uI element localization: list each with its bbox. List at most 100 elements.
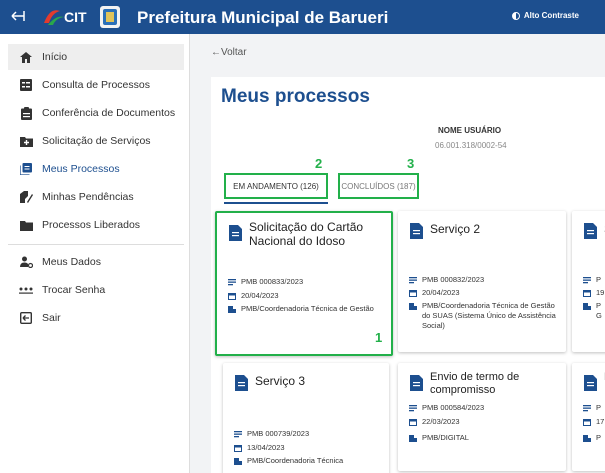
home-icon — [19, 50, 33, 64]
sidebar-item-inicio[interactable]: Início — [8, 44, 184, 70]
document-icon — [584, 375, 597, 391]
card-date-row: 13/04/2023 — [234, 443, 285, 453]
app-title: Prefeitura Municipal de Barueri — [137, 8, 389, 27]
process-card[interactable]: S P 19 P G — [572, 211, 605, 352]
user-document-id: 06.001.318/0002-54 — [435, 141, 507, 150]
svg-text:CIT: CIT — [64, 9, 87, 25]
sidebar-item-minhas-pendencias[interactable]: Minhas Pendências — [8, 184, 184, 210]
calendar-icon — [583, 289, 591, 297]
sidebar-item-label: Minhas Pendências — [42, 191, 134, 203]
list-search-icon — [19, 78, 33, 92]
building-icon — [409, 434, 417, 442]
tab-em-andamento[interactable]: EM ANDAMENTO (126) — [224, 173, 328, 199]
contrast-icon — [511, 11, 520, 20]
card-process-number: PMB 000584/2023 — [422, 403, 485, 412]
card-department-row: P G — [583, 301, 603, 321]
card-department: PMB/Coordenadoria Técnica de Gestão — [241, 304, 374, 313]
main-content: ←Voltar Meus processos NOME USUÁRIO 06.0… — [190, 34, 605, 473]
high-contrast-toggle[interactable]: Alto Contraste — [511, 11, 579, 20]
process-card[interactable]: E P 17 P — [572, 363, 605, 471]
user-settings-icon — [19, 255, 33, 269]
sidebar-item-label: Consulta de Processos — [42, 79, 150, 91]
sidebar-item-label: Trocar Senha — [42, 284, 106, 296]
process-card[interactable]: Solicitação do Cartão Nacional do Idoso … — [215, 211, 393, 356]
card-date-row: 22/03/2023 — [409, 417, 460, 427]
list-icon — [228, 278, 236, 286]
list-icon — [583, 276, 591, 284]
document-icon — [584, 223, 597, 239]
card-date: 13/04/2023 — [247, 443, 285, 452]
process-card[interactable]: Serviço 2 PMB 000832/2023 20/04/2023 PMB… — [398, 211, 566, 352]
list-icon — [234, 430, 242, 438]
card-date: 19 — [596, 288, 605, 297]
card-process-row: PMB 000832/2023 — [409, 275, 484, 285]
card-process-number: PMB 000739/2023 — [247, 429, 310, 438]
logout-icon — [19, 311, 33, 325]
top-bar: CIT Prefeitura Municipal de Barueri Alto… — [0, 0, 605, 34]
card-date: 17 — [596, 417, 605, 426]
card-title: Solicitação do Cartão Nacional do Idoso — [249, 220, 364, 248]
card-title: Envio de termo de compromisso — [430, 371, 520, 396]
card-date-row: 20/04/2023 — [228, 291, 279, 301]
edit-doc-icon — [19, 190, 33, 204]
list-icon — [409, 404, 417, 412]
password-icon — [19, 283, 33, 297]
card-department: P G — [596, 301, 602, 321]
sidebar-item-sair[interactable]: Sair — [8, 305, 184, 331]
annotation-marker-2: 2 — [315, 156, 323, 171]
sidebar-item-solicitacao-servicos[interactable]: Solicitação de Serviços — [8, 128, 184, 154]
card-title: Serviço 2 — [430, 222, 481, 236]
sidebar-item-processos-liberados[interactable]: Processos Liberados — [8, 212, 184, 238]
back-arrow-icon[interactable] — [8, 7, 28, 27]
sidebar: Início Consulta de Processos Conferência… — [0, 34, 190, 473]
process-card[interactable]: Serviço 3 PMB 000739/2023 13/04/2023 PMB… — [223, 363, 389, 473]
stack-icon — [19, 162, 33, 176]
card-date: 20/04/2023 — [241, 291, 279, 300]
sidebar-item-trocar-senha[interactable]: Trocar Senha — [8, 277, 184, 303]
card-department: PMB/Coordenadoria Técnica — [247, 456, 344, 465]
card-department-row: PMB/DIGITAL — [409, 433, 469, 443]
arrow-left-icon: ← — [211, 47, 221, 58]
card-department: PMB/DIGITAL — [422, 433, 469, 442]
list-icon — [409, 276, 417, 284]
card-process-row: P — [583, 403, 601, 413]
card-title: Serviço 3 — [255, 374, 306, 388]
sidebar-item-consulta-processos[interactable]: Consulta de Processos — [8, 72, 184, 98]
card-process-number: PMB 000833/2023 — [241, 277, 304, 286]
card-department: P — [596, 433, 602, 442]
sidebar-item-meus-dados[interactable]: Meus Dados — [8, 249, 184, 275]
back-label: Voltar — [221, 47, 247, 58]
sidebar-item-meus-processos[interactable]: Meus Processos — [8, 156, 184, 182]
sidebar-item-conferencia-documentos[interactable]: Conferência de Documentos — [8, 100, 184, 126]
clipboard-icon — [19, 106, 33, 120]
tab-concluidos[interactable]: CONCLUÍDOS (187) — [338, 173, 419, 199]
document-icon — [410, 375, 423, 391]
card-process-number: PMB 000832/2023 — [422, 275, 485, 284]
card-department-row: PMB/Coordenadoria Técnica — [234, 456, 374, 466]
user-name: NOME USUÁRIO — [438, 126, 502, 135]
card-date-row: 20/04/2023 — [409, 288, 460, 298]
document-icon — [235, 375, 248, 391]
document-icon — [229, 225, 242, 241]
calendar-icon — [583, 418, 591, 426]
card-date: 20/04/2023 — [422, 288, 460, 297]
cit-logo: CIT — [40, 5, 130, 29]
card-date-row: 19 — [583, 288, 604, 298]
sidebar-item-label: Meus Processos — [42, 163, 120, 175]
building-icon — [409, 302, 417, 310]
building-icon — [583, 434, 591, 442]
list-icon — [583, 404, 591, 412]
card-process-number: P — [596, 403, 602, 412]
page-title: Meus processos — [221, 86, 370, 107]
document-icon — [410, 223, 423, 239]
sidebar-item-label: Conferência de Documentos — [42, 107, 176, 119]
back-link[interactable]: ←Voltar — [211, 47, 247, 58]
building-icon — [228, 305, 236, 313]
sidebar-item-label: Processos Liberados — [42, 219, 141, 231]
card-department-row: PMB/Coordenadoria Técnica de Gestão — [228, 304, 378, 314]
sidebar-item-label: Meus Dados — [42, 256, 101, 268]
process-card[interactable]: Envio de termo de compromisso PMB 000584… — [398, 363, 566, 471]
card-department-row: PMB/Coordenadoria Técnica de Gestão do S… — [409, 301, 559, 331]
card-department: PMB/Coordenadoria Técnica de Gestão do S… — [422, 301, 556, 331]
card-process-number: P — [596, 275, 602, 284]
